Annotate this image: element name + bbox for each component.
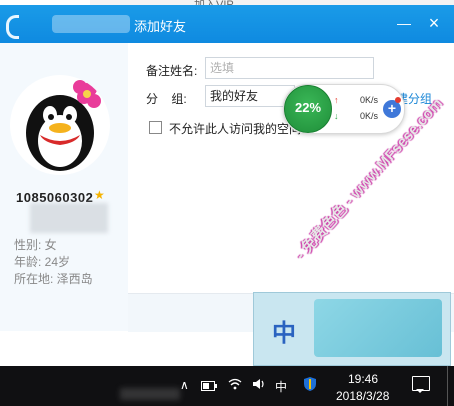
ime-popup-decoration [314, 299, 442, 357]
profile-panel: 1085060302 ★ 性别: 女 年龄: 24岁 所在地: 泽西岛 [0, 43, 128, 331]
network-speed-widget[interactable]: 22% ↑ 0K/s ↓ 0K/s + [283, 84, 405, 134]
minimize-button[interactable]: — [394, 14, 414, 34]
redacted-taskbar-area [120, 388, 180, 400]
security-shield-icon[interactable] [303, 376, 317, 395]
clock-date[interactable]: 2018/3/28 [336, 389, 389, 403]
gender-info: 性别: 女 [14, 238, 57, 252]
show-desktop-button[interactable] [447, 366, 448, 406]
remark-label: 备注姓名: [146, 64, 198, 78]
redacted-title-area [52, 15, 130, 33]
battery-icon[interactable] [201, 380, 217, 394]
group-select-value: 我的好友 [210, 89, 259, 103]
penguin-avatar-icon [26, 80, 101, 171]
title-bar[interactable]: 添加好友 — × [0, 5, 454, 43]
vip-star-icon: ★ [94, 188, 105, 202]
dialog-title: 添加好友 [134, 19, 187, 34]
notification-dot-icon [395, 97, 401, 103]
group-label: 分 组: [146, 92, 187, 106]
avatar [10, 75, 110, 175]
ime-popup[interactable]: 中 [253, 292, 451, 366]
redacted-nickname [30, 203, 108, 233]
group-select[interactable]: 我的好友 [205, 85, 295, 107]
close-button[interactable]: × [424, 14, 444, 34]
download-speed: 0K/s [359, 111, 378, 121]
action-center-icon[interactable] [412, 376, 430, 393]
upload-speed: 0K/s [359, 95, 378, 105]
age-info: 年龄: 24岁 [14, 255, 71, 269]
ime-chinese-char: 中 [272, 320, 296, 347]
wifi-icon[interactable] [228, 378, 242, 393]
remark-input[interactable] [205, 57, 374, 79]
volume-icon[interactable] [252, 378, 266, 393]
speed-percent: 22% [284, 85, 332, 133]
qq-logo-icon [6, 15, 19, 39]
privacy-label: 不允许此人访问我的空间 [169, 122, 302, 136]
clock-time[interactable]: 19:46 [348, 372, 378, 386]
ime-indicator[interactable]: 中 [275, 378, 287, 395]
location-info: 所在地: 泽西岛 [14, 272, 93, 286]
tray-chevron-icon[interactable]: ∧ [180, 378, 189, 392]
download-arrow-icon: ↓ [334, 111, 339, 121]
privacy-checkbox[interactable] [149, 121, 162, 134]
upload-arrow-icon: ↑ [334, 95, 339, 105]
taskbar: ∧ 中 19:46 2018/3/28 [0, 366, 454, 406]
